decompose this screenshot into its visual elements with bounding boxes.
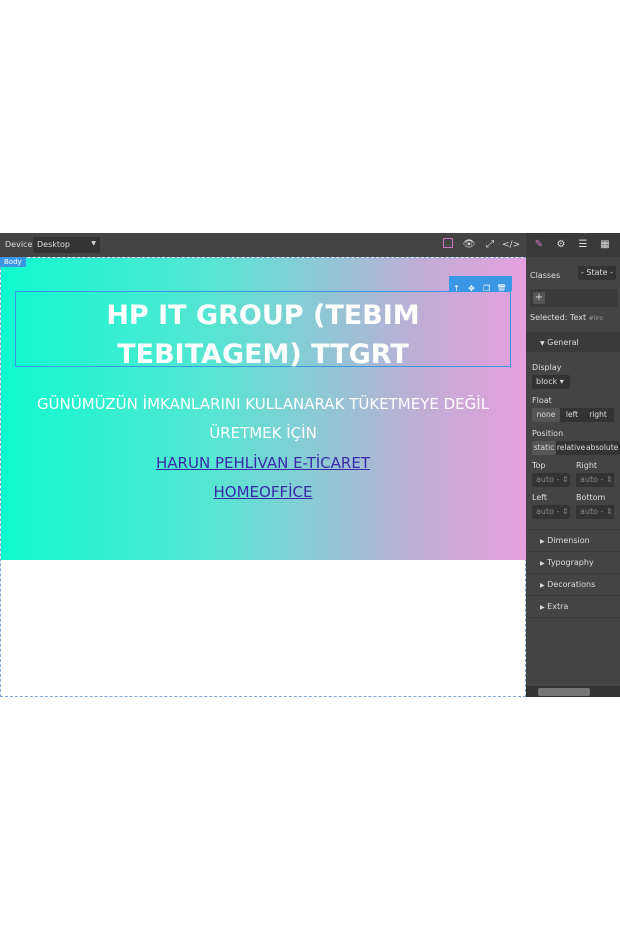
left-input[interactable]: auto - ⇕ [532, 505, 570, 519]
section-decorations[interactable]: ▶ Decorations [526, 573, 620, 595]
right-input[interactable]: auto - ⇕ [576, 473, 614, 487]
section-dimension-label: Dimension [547, 536, 590, 545]
fullscreen-icon[interactable]: ⤢ [481, 237, 499, 253]
float-radio-group: none left right [532, 408, 614, 422]
class-tags-box: + [530, 289, 618, 307]
hero-subtitle[interactable]: GÜNÜMÜZÜN İMKANLARINI KULLANARAK TÜKETME… [15, 390, 511, 448]
device-value: Desktop [37, 240, 70, 249]
top-label: Top [532, 461, 546, 470]
position-absolute[interactable]: absolute [586, 441, 618, 455]
chevron-down-icon: ▼ [540, 340, 545, 347]
chevron-right-icon: ▶ [540, 538, 545, 545]
editor: Device Desktop ▼ 👁 ⤢ </> ✎ ⚙ ☰ ▦ ↑ ✥ ❐ 🗑 HP… [0, 233, 620, 697]
float-right[interactable]: right [584, 408, 612, 422]
section-typography[interactable]: ▶ Typography [526, 551, 620, 573]
device-label: Device [5, 240, 33, 249]
position-relative[interactable]: relative [556, 441, 586, 455]
hero-title[interactable]: HP IT GROUP (TEBIM TEBITAGEM) TTGRT [15, 296, 511, 374]
settings-gear-icon[interactable]: ⚙ [552, 237, 570, 253]
section-general[interactable]: ▼ General [526, 332, 620, 352]
code-icon[interactable]: </> [502, 237, 520, 253]
section-decorations-label: Decorations [547, 580, 596, 589]
scrollbar-thumb[interactable] [538, 688, 590, 696]
position-radio-group: static relativeabsolute [532, 441, 620, 455]
panel-scrollbar[interactable] [526, 686, 620, 697]
section-general-label: General [547, 338, 579, 347]
selected-indicator: Selected: Text #ilro [530, 313, 603, 322]
chevron-right-icon: ▶ [540, 604, 545, 611]
float-none[interactable]: none [532, 408, 560, 422]
layer-manager-icon[interactable]: ☰ [574, 237, 592, 253]
position-static[interactable]: static [532, 441, 556, 455]
chevron-right-icon: ▶ [540, 582, 545, 589]
display-value: block [536, 377, 558, 386]
section-typography-label: Typography [547, 558, 594, 567]
section-extra-label: Extra [547, 602, 569, 611]
bottom-label: Bottom [576, 493, 606, 502]
section-extra[interactable]: ▶ Extra [526, 595, 620, 618]
left-value: auto [536, 507, 555, 516]
link-homeoffice[interactable]: HOMEOFFİCE [15, 482, 511, 502]
float-label: Float [532, 396, 552, 405]
selected-label: Selected: [530, 313, 568, 322]
display-select[interactable]: block ▾ [532, 375, 570, 389]
right-value: auto [580, 475, 599, 484]
device-select[interactable]: Desktop ▼ [33, 237, 100, 253]
left-label: Left [532, 493, 548, 502]
component-toolbar: ↑ ✥ ❐ 🗑 [449, 276, 512, 293]
bottom-value: auto [580, 507, 599, 516]
top-toolbar: Device Desktop ▼ 👁 ⤢ </> ✎ ⚙ ☰ ▦ [0, 233, 620, 258]
bottom-input[interactable]: auto - ⇕ [576, 505, 614, 519]
section-dimension[interactable]: ▶ Dimension [526, 529, 620, 551]
position-label: Position [532, 429, 564, 438]
blocks-grid-icon[interactable]: ▦ [596, 237, 614, 253]
link-harun-pehlivan[interactable]: HARUN PEHLİVAN E-TİCARET [15, 453, 511, 473]
selected-id: #ilro [588, 315, 604, 322]
preview-eye-icon[interactable]: 👁 [460, 237, 478, 253]
add-class-button[interactable]: + [533, 292, 545, 304]
right-label: Right [576, 461, 598, 470]
section-general-header: ▼ General [540, 338, 579, 347]
top-input[interactable]: auto - ⇕ [532, 473, 570, 487]
chevron-right-icon: ▶ [540, 560, 545, 567]
selected-value: Text [569, 313, 587, 322]
display-label: Display [532, 363, 562, 372]
style-manager-panel: Classes - State - + Selected: Text #ilro… [526, 257, 620, 697]
chevron-down-icon: ▼ [91, 240, 96, 247]
state-select[interactable]: - State - [578, 266, 616, 280]
top-value: auto [536, 475, 555, 484]
body-badge: Body [0, 257, 26, 267]
sw-visibility-icon[interactable] [439, 237, 457, 253]
style-manager-brush-icon[interactable]: ✎ [530, 237, 548, 253]
classes-label: Classes [530, 271, 561, 280]
float-left[interactable]: left [560, 408, 584, 422]
hero-section[interactable]: ↑ ✥ ❐ 🗑 HP IT GROUP (TEBIM TEBITAGEM) TTGRT… [1, 258, 526, 560]
